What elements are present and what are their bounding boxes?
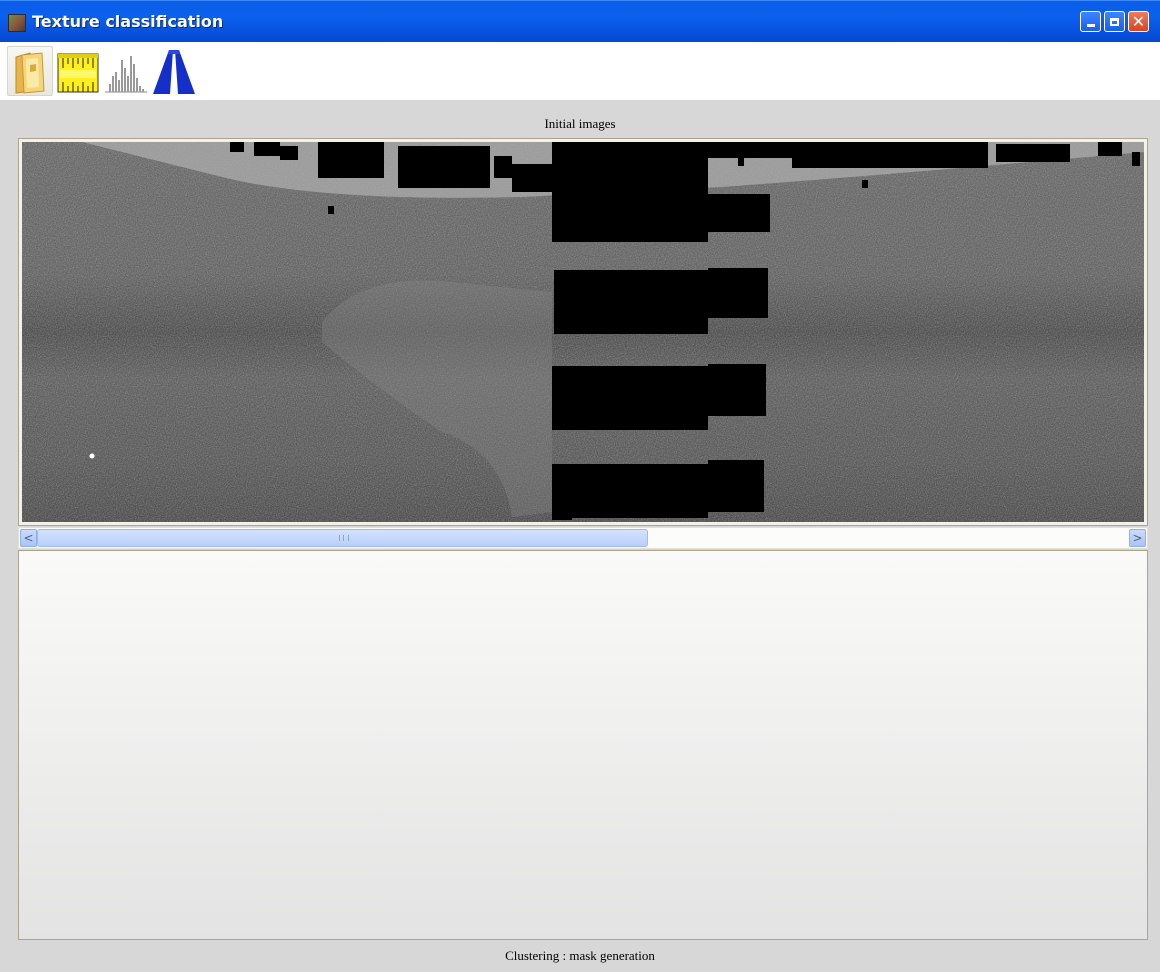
horizontal-scrollbar[interactable]: < > [18,527,1148,549]
road-button[interactable] [151,46,197,96]
close-button[interactable]: ✕ [1128,11,1149,32]
initial-image-viewer[interactable] [18,138,1148,526]
open-folder-button[interactable] [7,46,53,96]
ruler-icon [57,53,99,93]
minimize-button[interactable] [1080,11,1101,32]
chevron-right-icon: > [1132,531,1143,545]
histogram-button[interactable] [103,46,149,96]
measure-button[interactable] [55,46,101,96]
grip-icon [339,535,349,541]
maximize-button[interactable] [1104,11,1125,32]
histogram-icon [105,56,147,93]
scroll-thumb[interactable] [37,529,648,547]
clustering-caption: Clustering : mask generation [505,948,655,963]
app-icon [8,14,26,32]
toolbar [0,42,1160,100]
road-icon [153,50,195,94]
window-title: Texture classification [32,12,224,31]
main-panel: Initial images < > Clustering: mask gen… [0,100,1160,972]
folder-icon [15,52,45,94]
chevron-left-icon: < [23,531,34,545]
maximize-icon [1110,17,1119,26]
scroll-left-button[interactable]: < [20,529,37,547]
clustering-result-viewer[interactable] [18,550,1148,940]
close-icon: ✕ [1131,11,1146,31]
scroll-right-button[interactable]: > [1129,529,1146,547]
minimize-icon [1086,24,1095,27]
initial-images-caption: Initial images [544,116,616,131]
texture-image [22,142,1144,522]
title-bar[interactable]: Texture classification ✕ [0,0,1160,42]
